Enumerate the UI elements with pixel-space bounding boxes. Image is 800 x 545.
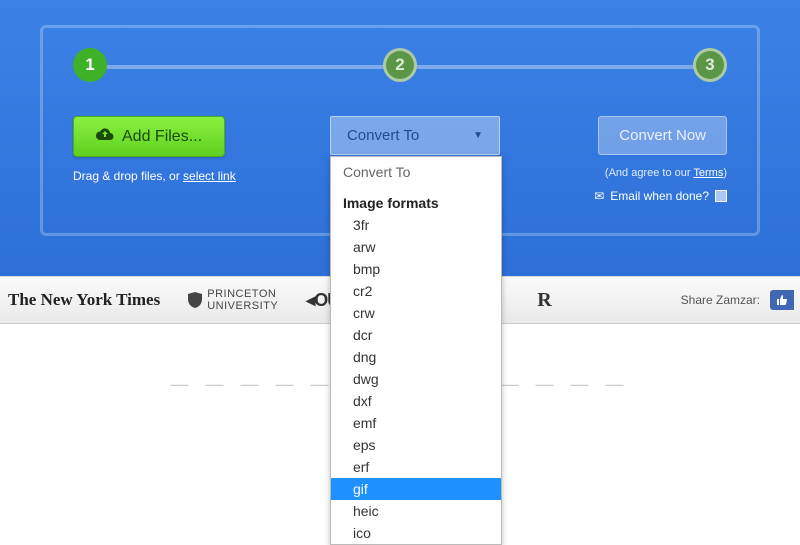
format-option-arw[interactable]: arw: [331, 236, 501, 258]
format-option-emf[interactable]: emf: [331, 412, 501, 434]
convert-to-label: Convert To: [347, 127, 419, 144]
format-option-dcr[interactable]: dcr: [331, 324, 501, 346]
chevron-down-icon: ▼: [473, 130, 483, 141]
dropdown-header: Convert To: [331, 157, 501, 187]
thumbs-up-icon: [776, 294, 788, 306]
email-checkbox[interactable]: [715, 190, 727, 202]
format-option-dxf[interactable]: dxf: [331, 390, 501, 412]
inner-panel: 1 2 3 Add Files... Drag & drop files, or…: [40, 25, 760, 236]
format-option-cr2[interactable]: cr2: [331, 280, 501, 302]
step-2: 2: [383, 48, 417, 82]
email-when-done-row: ✉ Email when done?: [594, 189, 727, 203]
format-option-dng[interactable]: dng: [331, 346, 501, 368]
format-option-heic[interactable]: heic: [331, 500, 501, 522]
share-row: Share Zamzar:: [681, 290, 794, 310]
terms-link[interactable]: Terms: [693, 167, 723, 179]
envelope-icon: ✉: [594, 189, 604, 203]
dropdown-group-label: Image formats: [331, 187, 501, 214]
conversion-panel: 1 2 3 Add Files... Drag & drop files, or…: [0, 0, 800, 276]
format-option-crw[interactable]: crw: [331, 302, 501, 324]
stepper: 1 2 3: [73, 48, 727, 88]
add-files-button[interactable]: Add Files...: [73, 116, 225, 157]
step-3: 3: [693, 48, 727, 82]
shield-icon: [188, 292, 202, 308]
brand-r: R: [537, 289, 551, 312]
drag-drop-hint: Drag & drop files, or select link: [73, 169, 236, 183]
step-1: 1: [73, 48, 107, 82]
format-option-ico[interactable]: ico: [331, 522, 501, 544]
convert-now-button[interactable]: Convert Now: [598, 116, 727, 155]
convert-to-select[interactable]: Convert To ▼: [330, 116, 500, 155]
format-option-eps[interactable]: eps: [331, 434, 501, 456]
add-files-label: Add Files...: [122, 128, 202, 146]
share-label: Share Zamzar:: [681, 293, 760, 307]
format-option-erf[interactable]: erf: [331, 456, 501, 478]
select-link[interactable]: select link: [183, 169, 236, 183]
format-option-dwg[interactable]: dwg: [331, 368, 501, 390]
brand-princeton: PRINCETONUNIVERSITY: [188, 288, 278, 312]
email-when-done-label: Email when done?: [610, 189, 709, 203]
terms-text: (And agree to our Terms): [605, 167, 727, 179]
format-option-bmp[interactable]: bmp: [331, 258, 501, 280]
format-option-3fr[interactable]: 3fr: [331, 214, 501, 236]
facebook-like-button[interactable]: [770, 290, 794, 310]
format-dropdown[interactable]: Convert To Image formats 3frarwbmpcr2crw…: [330, 156, 502, 545]
brand-nyt: The New York Times: [8, 290, 160, 310]
upload-cloud-icon: [96, 127, 114, 146]
format-option-gif[interactable]: gif: [331, 478, 501, 500]
